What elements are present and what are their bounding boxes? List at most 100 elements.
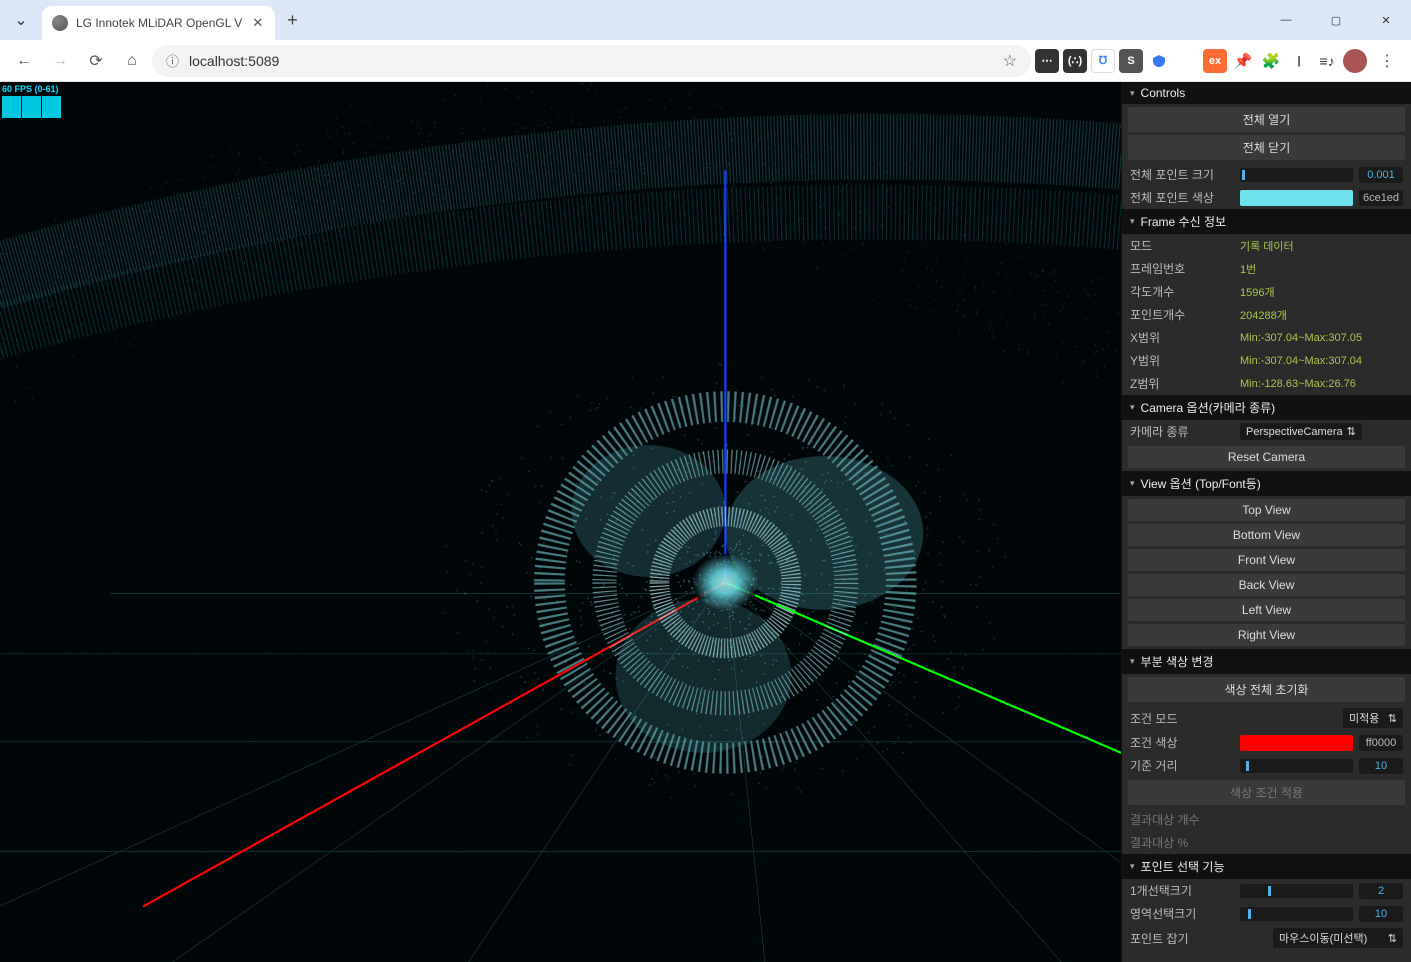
label: 결과대상 개수 <box>1130 811 1234 828</box>
bookmark-icon[interactable]: ☆ <box>1003 51 1017 71</box>
lidar-viewport[interactable]: 60 FPS (0-61) <box>0 82 1121 962</box>
home-button[interactable]: ⌂ <box>116 45 148 77</box>
url-text: localhost:5089 <box>189 53 993 69</box>
label: 프레임번호 <box>1130 260 1234 277</box>
single-select-slider[interactable] <box>1240 884 1353 898</box>
close-all-button[interactable]: 전체 닫기 <box>1128 135 1405 160</box>
ext-icon[interactable]: (∴) <box>1063 49 1087 73</box>
section-frame-info[interactable]: Frame 수신 정보 <box>1122 209 1411 234</box>
value: Min:-128.63~Max:26.76 <box>1240 378 1403 390</box>
section-view[interactable]: View 옵션 (Top/Font등) <box>1122 471 1411 496</box>
titlebar: ⌄ LG Innotek MLiDAR OpenGL V ✕ + — ▢ ✕ <box>0 0 1411 40</box>
extensions-icon[interactable]: 🧩 <box>1259 49 1283 73</box>
control-panel: Controls 전체 열기 전체 닫기 전체 포인트 크기 0.001 전체 … <box>1121 82 1411 962</box>
chevron-down-icon: ⇅ <box>1388 712 1397 725</box>
window-close[interactable]: ✕ <box>1361 0 1411 40</box>
section-controls[interactable]: Controls <box>1122 82 1411 104</box>
section-point-select[interactable]: 포인트 선택 기능 <box>1122 854 1411 879</box>
ext-icon[interactable]: ⋯ <box>1035 49 1059 73</box>
ext-icon[interactable]: ex <box>1203 49 1227 73</box>
point-color-hex[interactable]: 6ce1ed <box>1359 190 1403 206</box>
label: X범위 <box>1130 329 1234 346</box>
label: 조건 색상 <box>1130 734 1234 751</box>
playlist-icon[interactable]: ≡♪ <box>1315 49 1339 73</box>
label: 전체 포인트 색상 <box>1130 189 1234 206</box>
ext-icon[interactable]: 🛍 <box>1175 49 1199 73</box>
condition-color-swatch[interactable] <box>1240 735 1353 751</box>
site-info-icon[interactable]: ⓘ <box>166 51 179 70</box>
close-icon[interactable]: ✕ <box>250 13 265 33</box>
reload-button[interactable]: ⟳ <box>80 45 112 77</box>
apply-color-condition-button[interactable]: 색상 조건 적용 <box>1128 780 1405 805</box>
content: 60 FPS (0-61) <box>0 82 1411 962</box>
row-camera-type: 카메라 종류 PerspectiveCamera⇅ <box>1122 420 1411 443</box>
label: 카메라 종류 <box>1130 423 1234 440</box>
chevron-down-icon: ⇅ <box>1347 425 1356 438</box>
new-tab-button[interactable]: + <box>275 10 310 31</box>
section-part-color[interactable]: 부분 색상 변경 <box>1122 649 1411 674</box>
ext-icon[interactable]: ℧ <box>1091 49 1115 73</box>
point-color-swatch[interactable] <box>1240 190 1353 206</box>
label: Y범위 <box>1130 352 1234 369</box>
pin-icon[interactable]: 📌 <box>1231 49 1255 73</box>
section-camera[interactable]: Camera 옵션(카메라 종류) <box>1122 395 1411 420</box>
area-select-value[interactable]: 10 <box>1359 906 1403 922</box>
point-size-value[interactable]: 0.001 <box>1359 167 1403 183</box>
value: Min:-307.04~Max:307.05 <box>1240 332 1403 344</box>
window-minimize[interactable]: — <box>1261 0 1311 40</box>
forward-button[interactable]: → <box>44 45 76 77</box>
profile-avatar[interactable] <box>1343 49 1367 73</box>
value: 204288개 <box>1240 307 1403 323</box>
tabs-dropdown[interactable]: ⌄ <box>6 5 36 35</box>
point-grab-select[interactable]: 마우스이동(미선택)⇅ <box>1273 928 1403 948</box>
value: 기록 데이터 <box>1240 238 1403 254</box>
bottom-view-button[interactable]: Bottom View <box>1128 524 1405 546</box>
back-button[interactable]: ← <box>8 45 40 77</box>
base-dist-slider[interactable] <box>1240 759 1353 773</box>
label: 결과대상 % <box>1130 834 1234 851</box>
value: 1번 <box>1240 261 1403 277</box>
label: 기준 거리 <box>1130 757 1234 774</box>
open-all-button[interactable]: 전체 열기 <box>1128 107 1405 132</box>
top-view-button[interactable]: Top View <box>1128 499 1405 521</box>
label: 1개선택크기 <box>1130 882 1234 899</box>
base-dist-value[interactable]: 10 <box>1359 758 1403 774</box>
ext-icon[interactable] <box>1147 49 1171 73</box>
row-point-size: 전체 포인트 크기 0.001 <box>1122 163 1411 186</box>
browser-toolbar: ← → ⟳ ⌂ ⓘ localhost:5089 ☆ ⋯ (∴) ℧ S 🛍 e… <box>0 40 1411 82</box>
label: 영역선택크기 <box>1130 905 1234 922</box>
right-view-button[interactable]: Right View <box>1128 624 1405 646</box>
browser-tab[interactable]: LG Innotek MLiDAR OpenGL V ✕ <box>42 6 275 40</box>
area-select-slider[interactable] <box>1240 907 1353 921</box>
reset-camera-button[interactable]: Reset Camera <box>1128 446 1405 468</box>
front-view-button[interactable]: Front View <box>1128 549 1405 571</box>
label: Z범위 <box>1130 375 1234 392</box>
camera-type-select[interactable]: PerspectiveCamera⇅ <box>1240 423 1362 440</box>
label: 전체 포인트 크기 <box>1130 166 1234 183</box>
label: 포인트개수 <box>1130 306 1234 323</box>
point-size-slider[interactable] <box>1240 168 1353 182</box>
window-maximize[interactable]: ▢ <box>1311 0 1361 40</box>
separator: | <box>1287 49 1311 73</box>
value: 1596개 <box>1240 284 1403 300</box>
label: 각도개수 <box>1130 283 1234 300</box>
row-point-color: 전체 포인트 색상 6ce1ed <box>1122 186 1411 209</box>
value: Min:-307.04~Max:307.04 <box>1240 355 1403 367</box>
condition-mode-select[interactable]: 미적용⇅ <box>1343 708 1403 728</box>
label: 조건 모드 <box>1130 710 1234 727</box>
condition-color-hex[interactable]: ff0000 <box>1359 735 1403 751</box>
reset-colors-button[interactable]: 색상 전체 초기화 <box>1128 677 1405 702</box>
back-view-button[interactable]: Back View <box>1128 574 1405 596</box>
label: 포인트 잡기 <box>1130 930 1234 947</box>
extensions-row: ⋯ (∴) ℧ S 🛍 ex 📌 🧩 | ≡♪ ⋮ <box>1035 45 1403 77</box>
fps-counter: 60 FPS (0-61) <box>2 84 61 118</box>
single-select-value[interactable]: 2 <box>1359 883 1403 899</box>
address-bar[interactable]: ⓘ localhost:5089 ☆ <box>152 45 1031 77</box>
menu-button[interactable]: ⋮ <box>1371 45 1403 77</box>
ext-icon[interactable]: S <box>1119 49 1143 73</box>
tab-title: LG Innotek MLiDAR OpenGL V <box>76 16 242 30</box>
tab-favicon <box>52 15 68 31</box>
point-cloud <box>0 82 1121 962</box>
left-view-button[interactable]: Left View <box>1128 599 1405 621</box>
label: 모드 <box>1130 237 1234 254</box>
